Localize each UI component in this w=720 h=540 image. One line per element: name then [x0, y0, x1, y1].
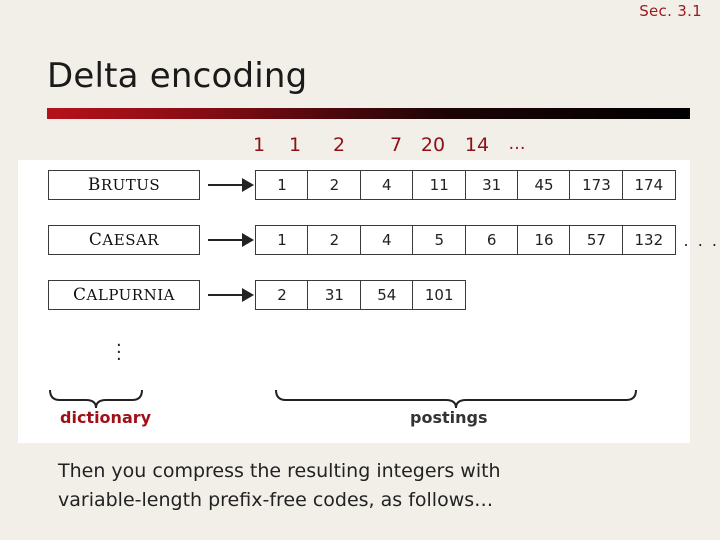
title-divider: [47, 108, 690, 119]
posting-cell: 101: [412, 280, 467, 310]
gap-numbers-row: 1 1 2 7 20 14 …: [240, 134, 570, 160]
arrow-right-icon: [208, 175, 256, 195]
page-title: Delta encoding: [47, 56, 308, 96]
gap-number: 2: [332, 134, 346, 156]
dictionary-term: B RUTUS: [48, 170, 200, 200]
posting-cell: 2: [255, 280, 309, 310]
inverted-index-figure: BRUTUS 1 2 4 11 31 45 173 174 CAESAR 1: [18, 160, 717, 443]
posting-cell: 4: [359, 170, 414, 200]
postings-list-caesar: 1 2 4 5 6 16 57 132 . . .: [255, 225, 720, 255]
section-label: Sec. 3.1: [639, 2, 702, 20]
posting-cell: 5: [412, 225, 467, 255]
gap-number: 14: [464, 134, 490, 156]
posting-cell: 31: [307, 280, 362, 310]
posting-cell: 54: [359, 280, 414, 310]
postings-ellipsis: . . .: [683, 230, 719, 250]
vertical-ellipsis: ...: [116, 330, 122, 365]
postings-list-calpurnia: 2 31 54 101: [255, 280, 467, 310]
slide-caption: Then you compress the resulting integers…: [58, 457, 678, 515]
posting-cell: 2: [307, 170, 362, 200]
posting-cell: 132: [621, 225, 676, 255]
posting-cell: 1: [255, 225, 309, 255]
posting-cell: 6: [464, 225, 519, 255]
dictionary-term: C ALPURNIA: [48, 280, 200, 310]
arrow-right-icon: [208, 230, 256, 250]
posting-cell: 45: [517, 170, 572, 200]
postings-list-brutus: 1 2 4 11 31 45 173 174: [255, 170, 676, 200]
posting-cell: 31: [464, 170, 519, 200]
dictionary-brace-icon: [49, 389, 143, 409]
gap-number: 7: [389, 134, 403, 156]
posting-cell: 16: [517, 225, 572, 255]
gap-number: 20: [420, 134, 446, 156]
posting-cell: 174: [621, 170, 676, 200]
caption-line-2: variable-length prefix-free codes, as fo…: [58, 489, 494, 511]
arrow-right-icon: [208, 285, 256, 305]
dictionary-label: dictionary: [60, 408, 152, 427]
slide: Sec. 3.1 Delta encoding 1 1 2 7 20 14 … …: [0, 0, 720, 540]
gap-number: 1: [288, 134, 302, 156]
posting-cell: 1: [255, 170, 309, 200]
postings-label: postings: [410, 408, 488, 427]
postings-brace-icon: [275, 389, 637, 409]
gap-number: …: [508, 134, 526, 154]
posting-cell: 2: [307, 225, 362, 255]
posting-cell: 4: [359, 225, 414, 255]
posting-cell: 57: [569, 225, 624, 255]
gap-number: 1: [252, 134, 266, 156]
caption-line-1: Then you compress the resulting integers…: [58, 460, 501, 482]
posting-cell: 11: [412, 170, 467, 200]
dictionary-term: C AESAR: [48, 225, 200, 255]
posting-cell: 173: [569, 170, 624, 200]
